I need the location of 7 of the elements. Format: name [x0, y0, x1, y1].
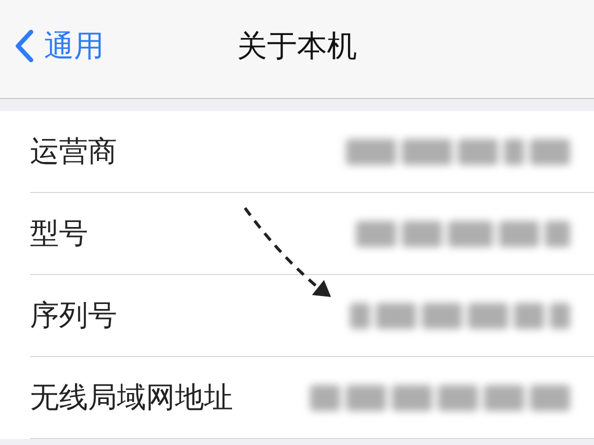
row-label: 型号 — [30, 214, 88, 252]
screen-title: 关于本机 — [237, 29, 357, 64]
chevron-left-icon — [14, 29, 34, 63]
row-label: 运营商 — [30, 132, 117, 170]
back-button[interactable]: 通用 — [0, 21, 104, 71]
row-label: 序列号 — [30, 296, 117, 334]
row-label: 无线局域网地址 — [30, 378, 233, 416]
